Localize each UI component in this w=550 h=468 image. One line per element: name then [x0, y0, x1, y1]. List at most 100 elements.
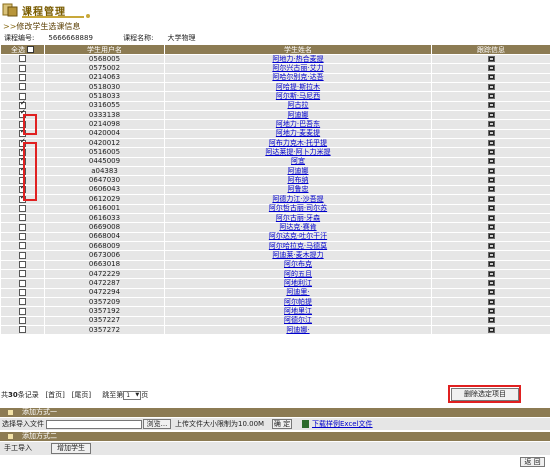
- student-name-link[interactable]: 阿迪里·: [286, 288, 309, 296]
- student-name-link[interactable]: 阿尔古丽·牙森: [276, 214, 320, 222]
- row-checkbox[interactable]: [19, 214, 26, 222]
- student-name-link[interactable]: 阿地里江: [284, 307, 312, 315]
- row-checkbox[interactable]: [19, 289, 26, 297]
- tracking-info-icon[interactable]: [487, 102, 495, 109]
- tracking-info-icon[interactable]: [487, 167, 495, 174]
- row-checkbox[interactable]: [19, 251, 26, 259]
- tracking-info-icon[interactable]: [487, 149, 495, 156]
- first-page-link[interactable]: [首页]: [45, 391, 64, 399]
- tracking-info-icon[interactable]: [487, 326, 495, 333]
- tracking-info-icon[interactable]: [487, 93, 495, 100]
- last-page-link[interactable]: [尾页]: [72, 391, 91, 399]
- tracking-info-icon[interactable]: [487, 130, 495, 137]
- student-name-link[interactable]: 阿达克·赛肯: [279, 223, 316, 231]
- student-name-link[interactable]: 阿迪娜: [288, 111, 309, 119]
- student-name-link[interactable]: 阿德力江·沙吾提: [272, 195, 323, 203]
- student-name-link[interactable]: 阿宜: [291, 157, 305, 165]
- name-header: 学生姓名: [164, 44, 432, 55]
- student-name-link[interactable]: 阿迪娜: [288, 167, 309, 175]
- username-cell: 0663018: [44, 259, 165, 270]
- app-header: 课程管理: [0, 0, 550, 20]
- select-all-checkbox[interactable]: [27, 46, 34, 53]
- tracking-info-icon[interactable]: [487, 261, 495, 268]
- tracking-info-icon[interactable]: [487, 251, 495, 258]
- row-checkbox[interactable]: [19, 298, 26, 306]
- student-name-link[interactable]: 阿古拉: [288, 101, 309, 109]
- tracking-info-icon[interactable]: [487, 55, 495, 62]
- tracking-info-icon[interactable]: [487, 223, 495, 230]
- row-checkbox[interactable]: [19, 83, 26, 91]
- tracking-info-icon[interactable]: [487, 233, 495, 240]
- row-checkbox[interactable]: [19, 242, 26, 250]
- tracking-info-icon[interactable]: [487, 177, 495, 184]
- row-checkbox[interactable]: [19, 326, 26, 334]
- tracking-info-icon[interactable]: [487, 205, 495, 212]
- tracking-info-icon[interactable]: [487, 242, 495, 249]
- tracking-info-icon[interactable]: [487, 270, 495, 277]
- student-name-link[interactable]: 阿布力克木·托乎提: [269, 139, 327, 147]
- student-name-link[interactable]: 阿尔布克: [284, 260, 312, 268]
- tracking-info-icon[interactable]: [487, 74, 495, 81]
- download-sample-link[interactable]: 下载样例Excel文件: [312, 418, 373, 430]
- student-name-link[interactable]: 阿地力·麦麦提: [276, 129, 320, 137]
- student-name-link[interactable]: 阿哈提·斯拉木: [276, 83, 320, 91]
- tracking-info-icon[interactable]: [487, 279, 495, 286]
- tracking-info-icon[interactable]: [487, 139, 495, 146]
- back-button[interactable]: 返 回: [520, 457, 545, 467]
- browse-button[interactable]: 浏览...: [143, 419, 171, 429]
- confirm-button[interactable]: 确 定: [272, 419, 292, 429]
- page-select[interactable]: 1: [123, 390, 142, 400]
- student-name-link[interactable]: 阿尔达克·吐尔干汗: [269, 232, 327, 240]
- student-name-link[interactable]: 阿的五且: [284, 270, 312, 278]
- row-checkbox[interactable]: [19, 317, 26, 325]
- tracking-info-icon[interactable]: [487, 307, 495, 314]
- add-student-button[interactable]: 增加学生: [51, 443, 91, 454]
- select-cell: [0, 72, 45, 84]
- row-checkbox[interactable]: [19, 260, 26, 268]
- row-checkbox[interactable]: [19, 307, 26, 315]
- tracking-info-icon[interactable]: [487, 317, 495, 324]
- student-name-link[interactable]: 阿德尔江: [284, 316, 312, 324]
- tracking-info-icon[interactable]: [487, 289, 495, 296]
- row-checkbox[interactable]: [19, 279, 26, 287]
- username-cell: 0518033: [44, 91, 165, 102]
- tracking-info-icon[interactable]: [487, 186, 495, 193]
- student-name-link[interactable]: 阿尔帕提: [284, 298, 312, 306]
- row-checkbox[interactable]: [19, 270, 26, 278]
- student-name-link[interactable]: 阿地力·巴吾东: [276, 120, 320, 128]
- student-name-link[interactable]: 阿尔哲古丽·司尔苏: [269, 204, 327, 212]
- tracking-info-icon[interactable]: [487, 121, 495, 128]
- student-name-link[interactable]: 阿迪娜·: [286, 326, 309, 334]
- tracking-info-icon[interactable]: [487, 298, 495, 305]
- student-name-link[interactable]: 阿尔斯·马尼西: [276, 92, 320, 100]
- student-name-link[interactable]: 阿布纳: [288, 176, 309, 184]
- student-name-link[interactable]: 阿尔兴古丽·艾力: [272, 64, 323, 72]
- tracking-info-icon[interactable]: [487, 83, 495, 90]
- file-path-input[interactable]: [46, 420, 142, 429]
- row-checkbox[interactable]: [19, 74, 26, 82]
- student-name-link[interactable]: 阿哈尔别克·达吾: [272, 73, 323, 81]
- student-name-link[interactable]: 阿迪莱·麦木提力: [272, 251, 323, 259]
- student-name-link[interactable]: 阿尔哈拉克·马德莫: [269, 242, 327, 250]
- student-name-link[interactable]: 阿达莱提·阿卜力米提: [265, 148, 330, 156]
- student-name-link[interactable]: 阿地力·热合麦提: [272, 55, 323, 63]
- student-name-link[interactable]: 阿地利江: [284, 279, 312, 287]
- tracking-info-icon[interactable]: [487, 65, 495, 72]
- row-checkbox[interactable]: [19, 55, 26, 63]
- row-checkbox[interactable]: [19, 204, 26, 212]
- student-name-link[interactable]: 阿鲁忠: [288, 185, 309, 193]
- excel-download-icon[interactable]: [302, 420, 309, 428]
- row-checkbox[interactable]: [19, 64, 26, 72]
- table-row: 0518033 阿尔斯·马尼西: [0, 91, 550, 102]
- name-cell: 阿迪里·: [164, 287, 432, 298]
- delete-selected-button[interactable]: 删除选定项目: [451, 388, 519, 401]
- row-checkbox[interactable]: [19, 223, 26, 231]
- table-row: 0333138 阿迪娜: [0, 109, 550, 121]
- tracking-info-icon[interactable]: [487, 158, 495, 165]
- row-checkbox[interactable]: [19, 232, 26, 240]
- tracking-info-icon[interactable]: [487, 111, 495, 118]
- tracking-info-icon[interactable]: [487, 195, 495, 202]
- tracking-info-icon[interactable]: [487, 214, 495, 221]
- table-header-row: 全选 学生用户名 学生姓名 跟踪信息: [0, 44, 550, 55]
- name-cell: 阿哈尔别克·达吾: [164, 72, 432, 84]
